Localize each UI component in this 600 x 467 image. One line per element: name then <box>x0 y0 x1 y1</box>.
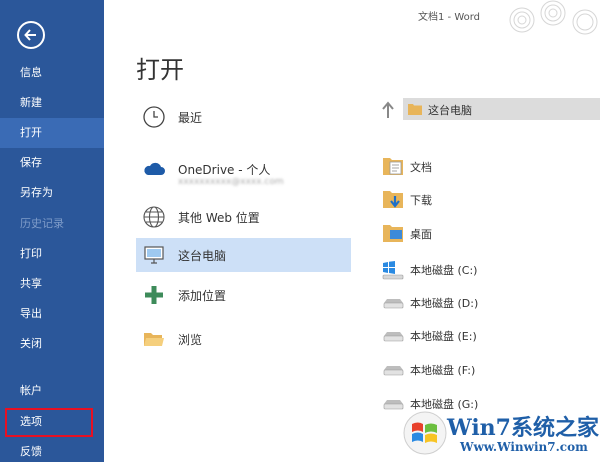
nav-item-feedback[interactable]: 反馈 <box>0 437 104 467</box>
drive-label: 本地磁盘 (F:) <box>410 364 476 377</box>
page-title: 打开 <box>136 56 184 84</box>
location-add-place[interactable]: 添加位置 <box>136 278 351 312</box>
arrow-up-icon[interactable] <box>381 101 395 119</box>
clock-icon <box>143 106 165 128</box>
drive-item-c[interactable]: 本地磁盘 (C:) <box>381 257 591 281</box>
folder-item-documents[interactable]: 文档 <box>381 154 591 178</box>
plus-icon <box>145 286 163 304</box>
backstage-sidebar: 信息 新建 打开 保存 另存为 历史记录 打印 共享 导出 关闭 帐户 选项 反… <box>0 0 104 462</box>
path-text: 这台电脑 <box>428 104 472 117</box>
folder-label: 文档 <box>410 161 432 174</box>
drive-icon <box>383 366 404 376</box>
location-label: 最近 <box>178 111 203 125</box>
documents-folder-icon <box>383 158 403 175</box>
watermark-url: Www.Winwin7.com <box>460 440 588 454</box>
watermark-text: Win7系统之家 <box>447 415 599 441</box>
location-label: 这台电脑 <box>178 249 227 263</box>
nav-item-account[interactable]: 帐户 <box>0 376 104 406</box>
location-label: OneDrive - 个人 <box>178 163 271 177</box>
nav-item-info[interactable]: 信息 <box>0 58 104 88</box>
desktop-folder-icon <box>383 225 403 242</box>
back-button[interactable] <box>17 21 45 49</box>
downloads-folder-icon <box>383 191 403 208</box>
drive-icon <box>383 299 404 309</box>
location-label: 浏览 <box>178 333 203 347</box>
drive-item-e[interactable]: 本地磁盘 (E:) <box>381 323 591 347</box>
drive-label: 本地磁盘 (D:) <box>410 297 479 310</box>
location-onedrive[interactable]: OneDrive - 个人 xxxxxxxxxx@xxxx.com <box>136 152 351 192</box>
system-drive-icon <box>382 261 404 280</box>
drive-icon <box>383 332 404 342</box>
options-highlight-box <box>5 408 93 437</box>
nav-item-save-as[interactable]: 另存为 <box>0 178 104 208</box>
window-title: 文档1 - Word <box>418 12 481 23</box>
folder-small-icon <box>408 104 422 115</box>
folder-item-downloads[interactable]: 下载 <box>381 187 591 211</box>
location-browse[interactable]: 浏览 <box>136 322 351 356</box>
folder-open-icon <box>144 333 164 346</box>
nav-item-close[interactable]: 关闭 <box>0 329 104 359</box>
nav-item-new[interactable]: 新建 <box>0 88 104 118</box>
computer-icon <box>144 246 164 264</box>
drive-item-d[interactable]: 本地磁盘 (D:) <box>381 290 591 314</box>
nav-item-open[interactable]: 打开 <box>0 118 104 148</box>
nav-item-save[interactable]: 保存 <box>0 148 104 178</box>
folder-label: 桌面 <box>410 228 432 241</box>
path-breadcrumb[interactable]: 这台电脑 <box>403 98 600 120</box>
location-recent[interactable]: 最近 <box>136 100 351 134</box>
account-email: xxxxxxxxxx@xxxx.com <box>178 177 284 187</box>
nav-item-export[interactable]: 导出 <box>0 299 104 329</box>
location-label: 其他 Web 位置 <box>178 211 260 225</box>
location-this-pc[interactable]: 这台电脑 <box>136 238 351 272</box>
circles-decoration-icon <box>509 0 598 35</box>
drive-label: 本地磁盘 (E:) <box>410 330 477 343</box>
globe-icon <box>143 206 165 228</box>
cloud-icon <box>144 162 165 175</box>
drive-item-f[interactable]: 本地磁盘 (F:) <box>381 357 591 381</box>
location-label: 添加位置 <box>178 289 227 303</box>
nav-item-print[interactable]: 打印 <box>0 239 104 269</box>
arrow-left-icon <box>24 29 36 41</box>
folder-item-desktop[interactable]: 桌面 <box>381 221 591 245</box>
drive-label: 本地磁盘 (C:) <box>410 264 478 277</box>
watermark: Win7系统之家 Www.Winwin7.com <box>400 404 600 462</box>
nav-item-share[interactable]: 共享 <box>0 269 104 299</box>
folder-label: 下载 <box>410 194 432 207</box>
location-other-web[interactable]: 其他 Web 位置 <box>136 200 351 234</box>
nav-item-history: 历史记录 <box>20 217 64 230</box>
windows-logo-icon <box>403 411 447 455</box>
